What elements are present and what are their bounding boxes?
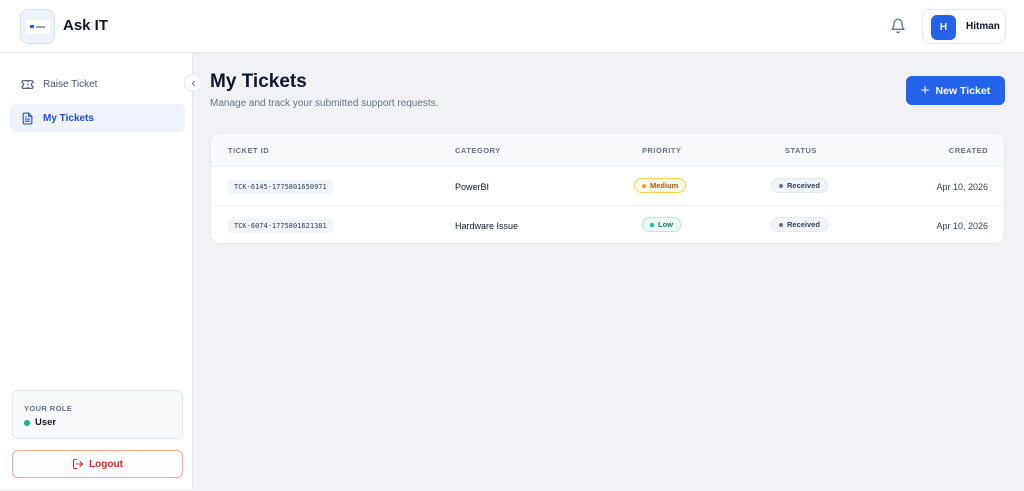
new-ticket-button[interactable]: + New Ticket — [906, 76, 1005, 105]
status-dot — [779, 222, 783, 227]
sidebar-item-my-tickets[interactable]: My Tickets — [10, 104, 185, 132]
status-badge: Received — [771, 178, 828, 193]
ticket-icon — [21, 79, 34, 89]
priority-dot — [650, 222, 654, 227]
ticket-id: TCK-6074-1775801621381 — [228, 219, 333, 233]
priority-dot — [642, 183, 646, 188]
column-header-priority[interactable]: PRIORITY — [642, 146, 681, 155]
plus-icon: + — [920, 82, 930, 99]
table-row[interactable]: TCK-6145-1775801650971 PowerBI Medium Re… — [211, 167, 1004, 206]
avatar: H — [931, 15, 956, 40]
ticket-category: PowerBI — [455, 182, 490, 192]
sidebar: Raise Ticket My Tickets YOUR ROLE User L… — [0, 53, 193, 489]
page-title: My Tickets — [210, 71, 307, 92]
app-logo[interactable] — [20, 9, 55, 44]
status-label: Received — [787, 181, 820, 190]
top-bar: Ask IT H Hitman — [0, 0, 1024, 53]
sidebar-item-raise-ticket[interactable]: Raise Ticket — [10, 70, 185, 98]
logout-button[interactable]: Logout — [12, 450, 183, 478]
status-badge: Received — [771, 217, 828, 232]
column-header-status[interactable]: STATUS — [785, 146, 817, 155]
new-ticket-label: New Ticket — [935, 84, 991, 97]
logout-icon — [73, 459, 84, 469]
bell-icon[interactable] — [890, 18, 906, 34]
user-name: Hitman — [966, 21, 1000, 32]
sidebar-item-label: Raise Ticket — [43, 78, 98, 90]
status-label: Received — [787, 220, 820, 229]
priority-label: Medium — [650, 181, 679, 190]
ticket-id: TCK-6145-1775801650971 — [228, 180, 333, 194]
logo-image — [25, 19, 50, 34]
page-subtitle: Manage and track your submitted support … — [210, 98, 439, 109]
priority-label: Low — [658, 220, 673, 229]
sidebar-item-label: My Tickets — [43, 112, 94, 124]
column-header-created[interactable]: CREATED — [949, 146, 988, 155]
ticket-created-date: Apr 10, 2026 — [936, 182, 988, 192]
tickets-table: TICKET ID CATEGORY PRIORITY STATUS CREAT… — [210, 133, 1005, 244]
table-row[interactable]: TCK-6074-1775801621381 Hardware Issue Lo… — [211, 206, 1004, 243]
role-card: YOUR ROLE User — [12, 390, 183, 439]
user-menu[interactable]: H Hitman — [922, 9, 1006, 44]
document-icon — [22, 112, 33, 124]
role-label: YOUR ROLE — [24, 404, 73, 413]
app-title: Ask IT — [63, 17, 109, 34]
logout-label: Logout — [89, 458, 123, 470]
chevron-left-icon — [191, 80, 195, 86]
ticket-category: Hardware Issue — [455, 221, 519, 231]
priority-badge: Medium — [634, 178, 687, 193]
column-header-category[interactable]: CATEGORY — [455, 146, 501, 155]
column-header-ticket-id[interactable]: TICKET ID — [228, 146, 269, 155]
collapse-sidebar-button[interactable] — [184, 74, 202, 92]
table-header: TICKET ID CATEGORY PRIORITY STATUS CREAT… — [211, 134, 1004, 167]
status-dot — [779, 183, 783, 188]
ticket-created-date: Apr 10, 2026 — [936, 221, 988, 231]
priority-badge: Low — [642, 217, 681, 232]
role-value: User — [35, 417, 57, 428]
role-status-dot — [24, 420, 30, 426]
